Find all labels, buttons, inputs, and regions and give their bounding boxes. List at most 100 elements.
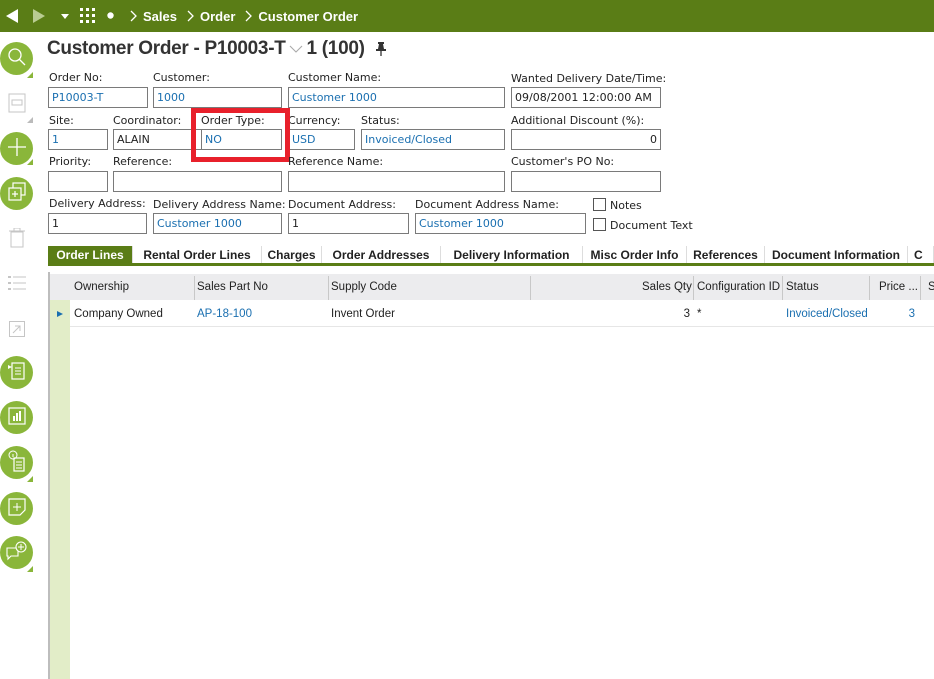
priority-field[interactable]	[48, 171, 108, 192]
column-header-configuration-id[interactable]: Configuration ID	[697, 274, 780, 300]
tab-document-information[interactable]: Document Information	[765, 246, 908, 263]
site-label: Site:	[49, 114, 74, 127]
column-header-sales-qty[interactable]: Sales Qty	[642, 274, 692, 300]
tab-order-addresses[interactable]: Order Addresses	[322, 246, 441, 263]
order-no-label: Order No:	[49, 71, 103, 84]
document-address-name-label: Document Address Name:	[415, 198, 559, 211]
document-address-name-field[interactable]: Customer 1000	[415, 213, 586, 234]
details-button[interactable]	[0, 356, 33, 389]
details-list-icon	[7, 361, 26, 385]
duplicate-button[interactable]	[0, 177, 33, 210]
forward-arrow-icon[interactable]	[33, 9, 45, 23]
delete-button[interactable]	[0, 223, 33, 256]
reference-field[interactable]	[113, 171, 282, 192]
delivery-address-field[interactable]: 1	[48, 213, 147, 234]
column-header-price[interactable]: Price ...	[879, 274, 918, 300]
tab-delivery-information[interactable]: Delivery Information	[441, 246, 583, 263]
chevron-right-icon	[245, 10, 253, 22]
additional-discount-label: Additional Discount (%):	[511, 114, 645, 127]
order-type-field[interactable]: NO	[201, 129, 282, 150]
tab-order-lines[interactable]: Order Lines	[48, 246, 133, 263]
breadcrumb-item-customer-order[interactable]: Customer Order	[258, 9, 358, 24]
document-address-field[interactable]: 1	[288, 213, 409, 234]
tab-references[interactable]: References	[687, 246, 765, 263]
add-comment-button[interactable]	[0, 536, 33, 569]
wanted-delivery-field[interactable]: 09/08/2001 12:00:00 AM	[511, 87, 661, 108]
search-button[interactable]	[0, 42, 33, 75]
cell-price[interactable]: 3	[903, 308, 915, 320]
table-row[interactable]: Company Owned AP-18-100 Invent Order 3 *…	[70, 300, 934, 327]
currency-label: Currency:	[288, 114, 341, 127]
tab-rental-order-lines[interactable]: Rental Order Lines	[133, 246, 262, 263]
customer-field[interactable]: 1000	[153, 87, 282, 108]
search-icon	[7, 47, 27, 71]
status-label: Status:	[361, 114, 400, 127]
delivery-address-name-label: Delivery Address Name:	[153, 198, 286, 211]
add-comment-icon	[5, 540, 28, 565]
tab-more[interactable]: C	[908, 246, 934, 263]
back-arrow-icon[interactable]	[6, 9, 18, 23]
column-header-supply-code[interactable]: Supply Code	[331, 274, 397, 300]
bar-chart-icon	[7, 406, 26, 429]
cell-ownership: Company Owned	[74, 308, 163, 320]
add-note-icon	[7, 497, 26, 520]
delivery-address-label: Delivery Address:	[49, 197, 146, 210]
currency-field[interactable]: USD	[288, 129, 355, 150]
reference-name-field[interactable]	[288, 171, 505, 192]
save-menu-indicator	[27, 117, 33, 123]
column-divider[interactable]	[920, 276, 921, 300]
column-header-sales-part-no[interactable]: Sales Part No	[197, 274, 268, 300]
column-header-s[interactable]: S	[928, 274, 934, 300]
tab-misc-order-info[interactable]: Misc Order Info	[583, 246, 687, 263]
customer-po-field[interactable]	[511, 171, 661, 192]
column-header-ownership[interactable]: Ownership	[74, 274, 129, 300]
list-icon	[7, 275, 26, 295]
notes-label: Notes	[610, 199, 642, 212]
column-divider[interactable]	[194, 276, 195, 300]
breadcrumb-item-sales[interactable]: Sales	[143, 9, 177, 24]
cell-configuration-id: *	[697, 308, 702, 320]
dropdown-caret-icon[interactable]	[61, 14, 69, 19]
chevron-right-icon	[187, 10, 194, 22]
analytics-button[interactable]	[0, 401, 33, 434]
tab-charges[interactable]: Charges	[262, 246, 322, 263]
column-divider[interactable]	[530, 276, 531, 300]
list-view-button[interactable]	[0, 268, 33, 301]
notes-checkbox[interactable]	[593, 198, 606, 211]
page-title-text: Customer Order - P10003-T	[47, 38, 286, 59]
status-field[interactable]: Invoiced/Closed	[361, 129, 505, 150]
cell-sales-qty: 3	[683, 308, 690, 320]
cell-status[interactable]: Invoiced/Closed	[786, 308, 868, 320]
plus-icon	[7, 137, 27, 161]
add-note-button[interactable]	[0, 492, 33, 525]
info-list-icon	[8, 450, 26, 476]
comment-menu-indicator	[27, 566, 33, 572]
reference-label: Reference:	[113, 155, 173, 168]
record-counter: 1 (100)	[306, 38, 365, 59]
pin-icon[interactable]	[375, 42, 387, 56]
chevron-down-icon[interactable]	[289, 45, 303, 54]
row-selector-strip[interactable]	[50, 300, 70, 679]
save-icon	[8, 93, 26, 117]
top-navigation-bar: Sales Order Customer Order	[0, 0, 934, 32]
document-text-checkbox[interactable]	[593, 218, 606, 231]
navigate-button[interactable]	[0, 314, 33, 347]
cell-sales-part-no[interactable]: AP-18-100	[197, 308, 252, 320]
additional-discount-field[interactable]: 0	[511, 129, 661, 150]
column-divider[interactable]	[869, 276, 870, 300]
column-header-status[interactable]: Status	[786, 274, 819, 300]
delivery-address-name-field[interactable]: Customer 1000	[153, 213, 282, 234]
breadcrumb-item-order[interactable]: Order	[200, 9, 235, 24]
page-title: Customer Order - P10003-T 1 (100)	[47, 38, 387, 60]
command-sidebar	[0, 32, 46, 679]
dot-icon[interactable]	[107, 12, 114, 19]
customer-name-field[interactable]: Customer 1000	[288, 87, 505, 108]
order-no-field[interactable]: P10003-T	[48, 87, 148, 108]
chevron-right-icon	[130, 10, 137, 22]
column-divider[interactable]	[693, 276, 694, 300]
info-list-button[interactable]	[0, 446, 33, 479]
column-divider[interactable]	[782, 276, 783, 300]
column-divider[interactable]	[328, 276, 329, 300]
apps-grid-icon[interactable]	[80, 8, 95, 23]
site-field[interactable]: 1	[48, 129, 108, 150]
